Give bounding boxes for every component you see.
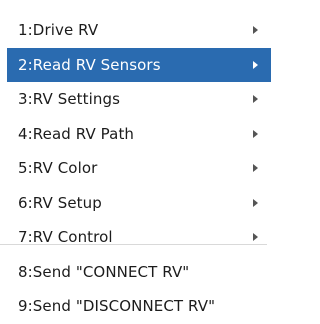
submenu-arrow-icon: [253, 233, 258, 242]
context-menu: 1:Drive RV 2:Read RV Sensors 3:RV Settin…: [0, 0, 271, 316]
menu-item-rv-settings[interactable]: 3:RV Settings: [7, 82, 271, 117]
menu-item-read-rv-sensors[interactable]: 2:Read RV Sensors: [7, 47, 271, 82]
submenu-arrow-icon: [253, 60, 258, 69]
menu-item-send-connect-rv[interactable]: 8:Send "CONNECT RV": [7, 255, 271, 290]
menu-item-label: 2:Read RV Sensors: [18, 55, 161, 74]
menu-list: 1:Drive RV 2:Read RV Sensors 3:RV Settin…: [7, 13, 271, 324]
submenu-arrow-icon: [253, 26, 258, 35]
menu-item-label: 6:RV Setup: [18, 193, 102, 212]
menu-item-label: 5:RV Color: [18, 159, 98, 178]
submenu-arrow-icon: [253, 164, 258, 173]
menu-item-send-disconnect-rv[interactable]: 9:Send "DISCONNECT RV": [7, 289, 271, 324]
submenu-arrow-icon: [253, 95, 258, 104]
menu-item-label: 3:RV Settings: [18, 90, 121, 109]
menu-item-rv-setup[interactable]: 6:RV Setup: [7, 186, 271, 221]
menu-item-read-rv-path[interactable]: 4:Read RV Path: [7, 117, 271, 152]
menu-item-label: 4:Read RV Path: [18, 124, 135, 143]
menu-divider: [0, 244, 267, 245]
menu-item-rv-color[interactable]: 5:RV Color: [7, 151, 271, 186]
submenu-arrow-icon: [253, 129, 258, 138]
menu-item-label: 1:Drive RV: [18, 21, 99, 40]
menu-item-label: 8:Send "CONNECT RV": [18, 262, 190, 281]
submenu-arrow-icon: [253, 198, 258, 207]
menu-item-rv-control[interactable]: 7:RV Control: [7, 220, 271, 255]
menu-item-label: 9:Send "DISCONNECT RV": [18, 297, 216, 316]
menu-item-drive-rv[interactable]: 1:Drive RV: [7, 13, 271, 48]
